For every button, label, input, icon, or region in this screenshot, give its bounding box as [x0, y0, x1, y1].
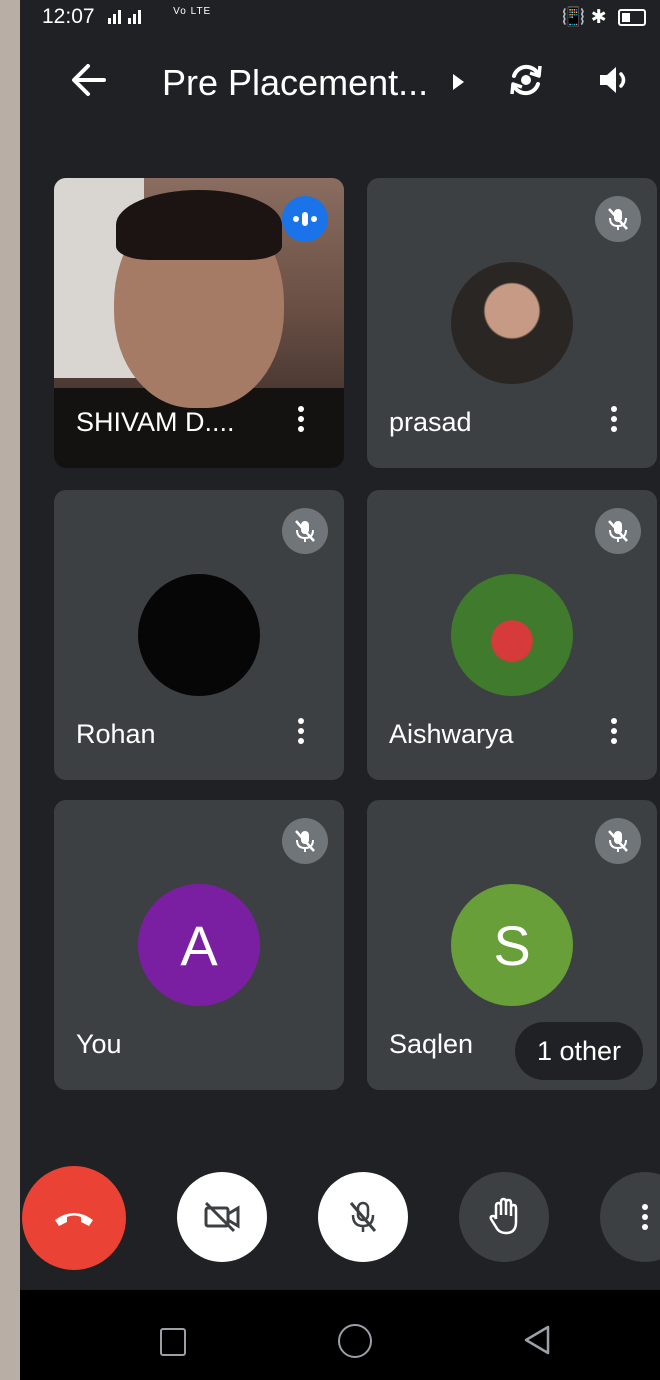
- vibrate-icon: 📳: [561, 7, 586, 28]
- end-call-button[interactable]: [22, 1166, 126, 1270]
- mic-off-icon: [282, 818, 328, 864]
- chevron-right-icon[interactable]: [450, 72, 466, 92]
- more-options-icon[interactable]: [294, 402, 308, 442]
- end-call-icon: [55, 1213, 93, 1226]
- more-options-icon[interactable]: [607, 402, 621, 442]
- participant-name: Aishwarya: [389, 719, 514, 749]
- switch-camera-icon[interactable]: [504, 58, 548, 102]
- battery-icon: [618, 9, 646, 27]
- participant-name: Rohan: [76, 719, 156, 749]
- participant-name: SHIVAM D....: [76, 407, 235, 437]
- status-icons: 📳 ✱: [562, 5, 646, 29]
- meet-call-screen: 12:07 Vo LTE 📳 ✱ Pre Placement... SHIVAM…: [20, 0, 660, 1380]
- call-header: Pre Placement...: [20, 40, 660, 130]
- speaking-indicator-icon: [282, 196, 328, 242]
- participant-name: Saqlen: [389, 1029, 474, 1059]
- avatar: [451, 574, 573, 696]
- nav-back-icon[interactable]: [522, 1324, 552, 1356]
- more-options-button[interactable]: [600, 1172, 660, 1262]
- status-time: 12:07: [42, 5, 95, 28]
- raise-hand-icon: [489, 1197, 518, 1235]
- raise-hand-button[interactable]: [459, 1172, 549, 1262]
- participant-tile[interactable]: S Saqlen 1 other: [367, 800, 657, 1090]
- signal-icon: [108, 10, 141, 24]
- participant-tile-self[interactable]: A You: [54, 800, 344, 1090]
- bluetooth-icon: ✱: [590, 7, 607, 28]
- more-options-icon[interactable]: [607, 714, 621, 754]
- participant-tile[interactable]: SHIVAM D....: [54, 178, 344, 468]
- signal-indicator: Vo LTE: [108, 6, 211, 30]
- camera-off-icon: [204, 1201, 240, 1233]
- mic-toggle-button[interactable]: [318, 1172, 408, 1262]
- meeting-title[interactable]: Pre Placement...: [162, 62, 428, 104]
- mic-off-icon: [595, 818, 641, 864]
- avatar: A: [138, 884, 260, 1006]
- participant-tile[interactable]: Aishwarya: [367, 490, 657, 780]
- more-options-icon[interactable]: [294, 714, 308, 754]
- speaker-icon[interactable]: [594, 60, 634, 100]
- participant-name: You: [76, 1029, 122, 1059]
- participant-tile[interactable]: prasad: [367, 178, 657, 468]
- system-navigation-bar: [20, 1290, 660, 1380]
- volte-label: Vo LTE: [173, 6, 212, 17]
- avatar: [138, 574, 260, 696]
- more-vert-icon: [642, 1200, 648, 1234]
- mic-off-icon: [595, 196, 641, 242]
- back-arrow-icon[interactable]: [68, 56, 110, 104]
- participant-tile[interactable]: Rohan: [54, 490, 344, 780]
- mic-off-icon: [282, 508, 328, 554]
- status-bar: 12:07 Vo LTE 📳 ✱: [20, 0, 660, 34]
- avatar: [451, 262, 573, 384]
- mic-off-icon: [349, 1201, 377, 1232]
- participant-name: prasad: [389, 407, 472, 437]
- home-icon[interactable]: [338, 1324, 372, 1358]
- other-participants-button[interactable]: 1 other: [514, 1022, 643, 1080]
- camera-toggle-button[interactable]: [177, 1172, 267, 1262]
- recents-icon[interactable]: [160, 1328, 186, 1356]
- mic-off-icon: [595, 508, 641, 554]
- avatar: S: [451, 884, 573, 1006]
